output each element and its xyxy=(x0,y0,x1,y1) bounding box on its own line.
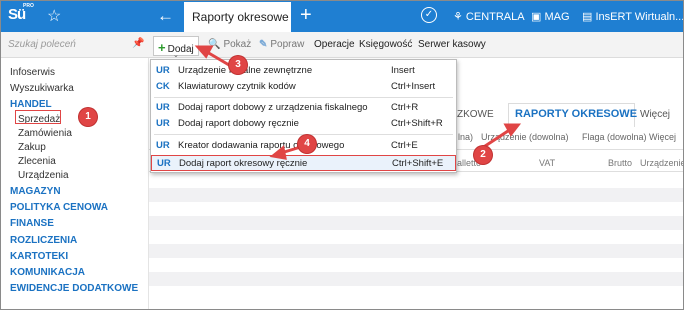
callout-2: 2 xyxy=(474,146,492,164)
search-input[interactable]: Szukaj poleceń xyxy=(8,39,76,50)
menu-item-daily-report-manual[interactable]: UR Dodaj raport dobowy ręcznie Ctrl+Shift+… xyxy=(151,116,456,132)
sidebar-item-rozliczenia[interactable]: ROZLICZENIA xyxy=(10,235,77,246)
top-bar: Sü PRO ☆ ← Raporty okresowe + ✓ ⚘ CENTRAL… xyxy=(1,1,683,32)
menu-separator xyxy=(154,97,453,98)
company-centrala[interactable]: ⚘ CENTRALA xyxy=(453,10,525,23)
new-tab-plus-icon[interactable]: + xyxy=(300,4,312,27)
warehouse-mag[interactable]: ▣ MAG xyxy=(531,10,570,23)
col-header-vat[interactable]: VAT xyxy=(539,158,555,168)
cash-server-menu[interactable]: Serwer kasowy xyxy=(418,39,486,50)
callout-3: 3 xyxy=(229,56,247,74)
search-commands[interactable]: Szukaj poleceń 📌 xyxy=(1,32,149,58)
app-window: { "app": { "logo_text": "Sü", "logo_supe… xyxy=(0,0,684,310)
sprzedaz-highlight xyxy=(15,110,61,124)
sidebar-item-infoserwis[interactable]: Infoserwis xyxy=(10,67,55,78)
table-row[interactable] xyxy=(149,188,683,202)
menu-item-barcode-reader[interactable]: CK Klawiaturowy czytnik kodów Ctrl+Insert xyxy=(151,79,456,95)
tab-more[interactable]: Więcej xyxy=(640,109,670,120)
sidebar-item-handel[interactable]: HANDEL xyxy=(10,99,52,110)
pin-icon[interactable]: 📌 xyxy=(132,38,144,49)
check-circle-icon[interactable]: ✓ xyxy=(421,7,437,23)
tab-partial[interactable]: ZKOWE xyxy=(457,109,494,120)
favorites-star-icon[interactable]: ☆ xyxy=(47,6,61,26)
chevron-down-icon[interactable]: ⌄ xyxy=(173,51,179,59)
tab-raporty-okresowe-content[interactable]: RAPORTY OKRESOWE xyxy=(515,108,637,120)
table-row[interactable] xyxy=(149,272,683,286)
show-button[interactable]: 🔍 Pokaż xyxy=(208,39,251,50)
sidebar-item-urządzenia[interactable]: Urządzenia xyxy=(18,170,69,181)
sidebar-item-zakup[interactable]: Zakup xyxy=(18,142,46,153)
add-dropdown-menu: URUrządzenie fiskalne zewnętrzneInsert C… xyxy=(150,59,457,173)
sidebar-item-zamówienia[interactable]: Zamówienia xyxy=(18,128,72,139)
back-arrow-icon[interactable]: ← xyxy=(157,6,174,26)
plus-icon: + xyxy=(158,40,166,55)
col-header-brutto[interactable]: Brutto xyxy=(608,158,632,168)
sidebar-item-zlecenia[interactable]: Zlecenia xyxy=(18,156,56,167)
sidebar-item-ewidencje-dodatkowe[interactable]: EWIDENCJE DODATKOWE xyxy=(10,283,138,294)
filter-flag[interactable]: Flaga (dowolna) xyxy=(582,132,647,142)
menu-item-periodic-report-manual[interactable]: UR Dodaj raport okresowy ręcznie Ctrl+Shif… xyxy=(151,155,456,171)
col-header-device[interactable]: Urządzenie xyxy=(640,158,683,168)
sidebar-item-komunikacja[interactable]: KOMUNIKACJA xyxy=(10,267,85,278)
operations-menu[interactable]: Operacje xyxy=(314,39,355,50)
filter-device[interactable]: Urządzenie (dowolna) xyxy=(481,132,569,142)
accounting-menu[interactable]: Księgowość xyxy=(359,39,412,50)
callout-4: 4 xyxy=(298,135,316,153)
filter-partial[interactable]: lna) xyxy=(458,132,473,142)
menu-item-fiscal-device[interactable]: URUrządzenie fiskalne zewnętrzneInsert xyxy=(151,63,456,79)
sidebar-item-kartoteki[interactable]: KARTOTEKI xyxy=(10,251,68,262)
edit-button[interactable]: ✎ Popraw xyxy=(259,39,304,50)
tab-raporty-okresowe[interactable]: Raporty okresowe xyxy=(184,2,291,32)
menu-item-daily-report-device[interactable]: UR Dodaj raport dobowy z urządzenia fiska… xyxy=(151,100,456,116)
table-row[interactable] xyxy=(149,244,683,258)
sidebar-item-polityka-cenowa[interactable]: POLITYKA CENOWA xyxy=(10,202,108,213)
table-row[interactable] xyxy=(149,216,683,230)
sidebar-item-finanse[interactable]: FINANSE xyxy=(10,218,54,229)
user-account[interactable]: ▤ InsERT Wirtualn... xyxy=(582,10,683,23)
sidebar-item-magazyn[interactable]: MAGAZYN xyxy=(10,186,61,197)
callout-1: 1 xyxy=(79,108,97,126)
sidebar-item-wyszukiwarka[interactable]: Wyszukiwarka xyxy=(10,83,74,94)
filter-more[interactable]: Więcej xyxy=(649,132,676,142)
app-logo[interactable]: Sü PRO xyxy=(8,3,34,28)
